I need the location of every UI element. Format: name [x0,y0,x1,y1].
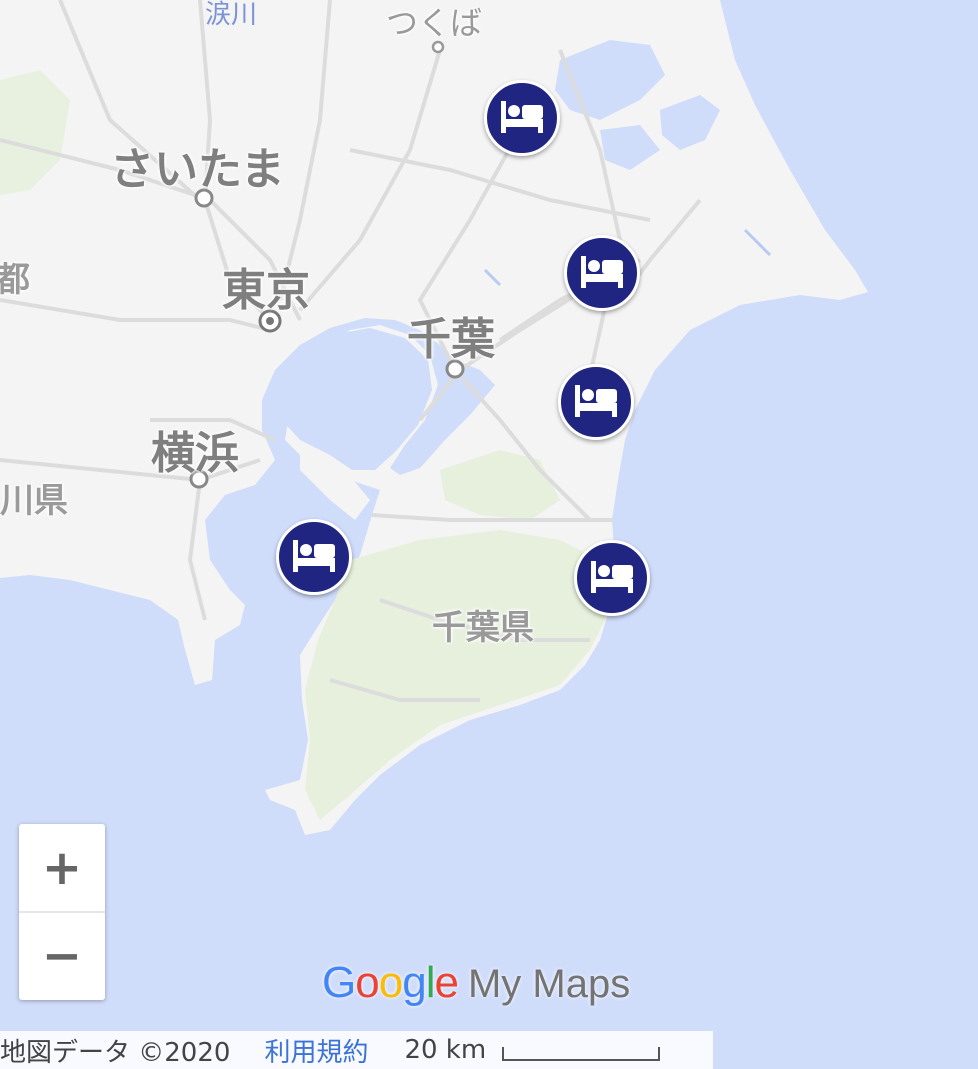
google-wordmark: Google [322,958,459,1007]
google-letter: g [402,958,427,1007]
city-label-chiba: 千葉 [407,314,495,365]
pref-label-tokyo: 都 [0,260,30,300]
hotel-marker[interactable] [558,364,634,440]
google-letter: e [434,958,459,1007]
city-label-saitama: さいたま [110,144,285,195]
terms-link[interactable]: 利用規約 [264,1032,368,1069]
my-maps-wordmark: My Maps [467,962,631,1006]
hotel-marker[interactable] [484,80,560,156]
hotel-marker[interactable] [574,540,650,616]
hotel-bed-icon [581,256,623,288]
google-letter: o [355,958,380,1007]
scale-label: 20 km [404,1035,487,1065]
zoom-control: + − [19,824,105,1000]
river-label: 涙川 [205,0,258,30]
pref-label-chiba: 千葉県 [432,608,534,648]
city-label-tokyo: 東京 [222,265,310,316]
hotel-marker[interactable] [276,519,352,595]
hotel-bed-icon [501,101,543,133]
map-data-copyright: 地図データ ©2020 [0,1037,231,1068]
hotel-bed-icon [293,540,335,572]
pref-label-kanagawa: 川県 [0,481,68,521]
hotel-bed-icon [591,561,633,593]
city-label-tsukuba: つくば [386,4,483,42]
google-my-maps-logo: Google My Maps [322,958,630,1018]
google-letter: G [322,958,356,1007]
zoom-in-button[interactable]: + [19,824,105,912]
hotel-marker[interactable] [564,235,640,311]
zoom-out-button[interactable]: − [19,912,105,1000]
hotel-bed-icon [575,385,617,417]
scale-bar [502,1047,661,1061]
map-attribution-bar: 地図データ ©2020 利用規約 20 km [0,1031,713,1069]
city-label-yokohama: 横浜 [151,428,239,479]
google-letter: o [378,958,404,1007]
